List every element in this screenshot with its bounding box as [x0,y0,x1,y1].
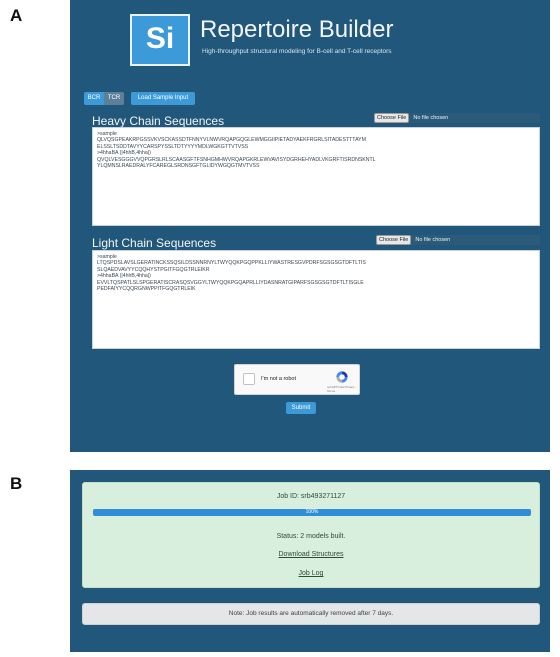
light-chain-title: Light Chain Sequences [92,236,217,250]
app-subtitle: High-throughput structural modeling for … [202,48,392,55]
submit-button[interactable]: Submit [286,402,316,414]
retention-note: Note: Job results are automatically remo… [82,603,540,625]
input-form-panel: Si Repertoire Builder High-throughput st… [70,0,550,452]
job-status-text: Status: 2 models built. [276,533,346,540]
heavy-file-input[interactable]: Choose File No file chosen [374,113,540,123]
heavy-file-status: No file chosen [413,115,449,121]
heavy-chain-textarea[interactable]: >sample QLVQSGPEAKRPGSSVKVSCKASSDTFNNYVL… [92,127,540,226]
light-file-input[interactable]: Choose File No file chosen [376,235,540,245]
app-title: Repertoire Builder [200,16,394,43]
app-logo: Si [130,14,190,66]
progress-bar-fill: 100% [93,509,531,516]
panel-label-b: B [10,474,23,493]
progress-bar: 100% [93,509,531,516]
light-choose-file-button[interactable]: Choose File [376,235,412,245]
bcr-button[interactable]: BCR [84,92,104,105]
sequence-line: PEDFAIYYCQQRGNWPPITFGQGTRLEIK [97,286,196,293]
recaptcha-widget: I'm not a robot reCAPTCHA Privacy - Term… [234,364,360,395]
light-file-status: No file chosen [415,237,451,243]
job-log-link[interactable]: Job Log [83,570,539,577]
download-structures-link[interactable]: Download Structures [83,551,539,558]
load-sample-button[interactable]: Load Sample Input [131,92,195,105]
job-id: Job ID: srb493271127 [276,493,346,500]
job-status-card: Job ID: srb493271127 100% Status: 2 mode… [82,482,540,588]
recaptcha-brand: reCAPTCHA Privacy - Terms [327,385,357,393]
job-status-panel: Job ID: srb493271127 100% Status: 2 mode… [70,470,550,652]
tcr-button[interactable]: TCR [104,92,124,105]
recaptcha-icon [336,371,348,383]
heavy-choose-file-button[interactable]: Choose File [374,113,410,123]
sequence-line: YLQMNSLRAEDRALYFCAREGLSRDNSGFTGLIDYWGQGT… [97,163,260,170]
recaptcha-label: I'm not a robot [261,376,296,382]
logo-text: Si [145,22,175,55]
recaptcha-checkbox[interactable] [243,373,255,385]
heavy-chain-title: Heavy Chain Sequences [92,114,225,128]
panel-label-a: A [10,6,23,25]
light-chain-textarea[interactable]: >sample LTQSPDSLAVSLGERATINCKSSQSILDSSNN… [92,250,540,349]
